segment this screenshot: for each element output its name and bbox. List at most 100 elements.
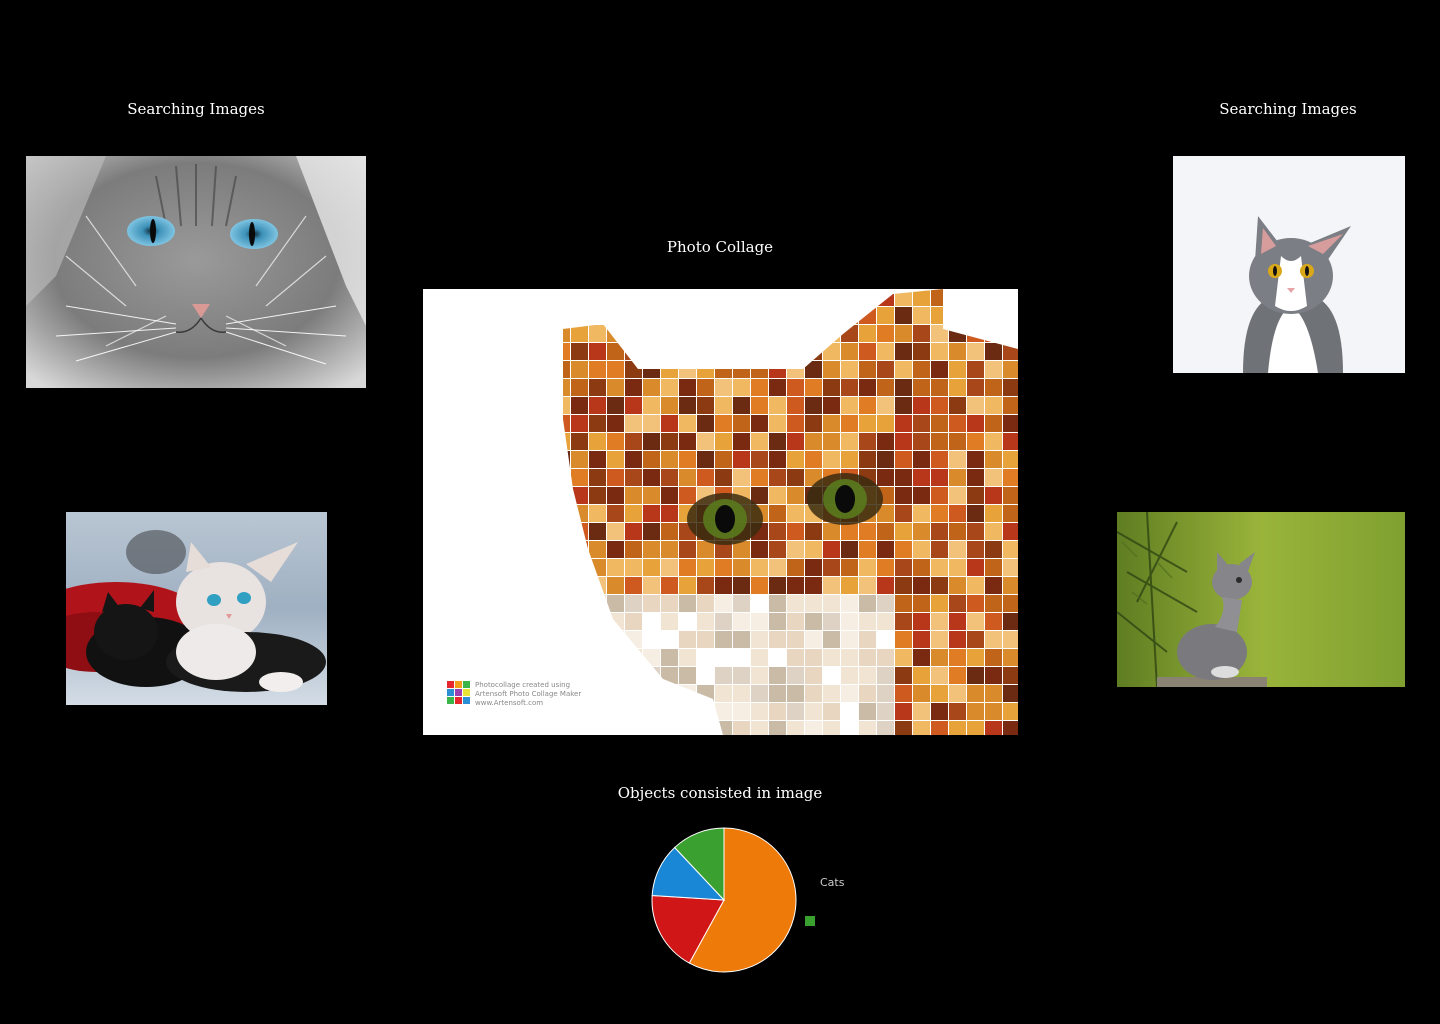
collage-tile bbox=[985, 631, 1002, 648]
collage-tile bbox=[787, 523, 804, 540]
collage-tile bbox=[823, 685, 840, 702]
collage-tile bbox=[571, 451, 588, 468]
collage-tile bbox=[751, 433, 768, 450]
collage-tile bbox=[841, 685, 858, 702]
collage-tile bbox=[625, 613, 642, 630]
collage-tile bbox=[913, 487, 930, 504]
collage-tile bbox=[877, 307, 894, 324]
collage-tile bbox=[931, 721, 948, 735]
collage-tile bbox=[823, 361, 840, 378]
collage-tile bbox=[787, 559, 804, 576]
collage-tile bbox=[895, 469, 912, 486]
collage-tile bbox=[895, 667, 912, 684]
collage-tile bbox=[985, 523, 1002, 540]
kitten-forest-image[interactable] bbox=[1117, 512, 1405, 687]
collage-tile bbox=[805, 649, 822, 666]
collage-tile bbox=[985, 361, 1002, 378]
collage-tile bbox=[913, 613, 930, 630]
collage-tile bbox=[985, 649, 1002, 666]
collage-tile bbox=[625, 415, 642, 432]
collage-tile bbox=[733, 649, 750, 666]
collage-tile bbox=[931, 487, 948, 504]
collage-tile bbox=[967, 415, 984, 432]
collage-tile bbox=[841, 433, 858, 450]
collage-tile bbox=[859, 559, 876, 576]
collage-tile bbox=[751, 451, 768, 468]
collage-tile bbox=[715, 379, 732, 396]
collage-tile bbox=[1003, 721, 1018, 735]
collage-tile bbox=[787, 667, 804, 684]
collage-tile bbox=[751, 721, 768, 735]
collage-tile bbox=[643, 631, 660, 648]
collage-tile bbox=[967, 505, 984, 522]
collage-tile bbox=[913, 541, 930, 558]
collage-tile bbox=[697, 397, 714, 414]
collage-tile bbox=[985, 703, 1002, 720]
collage-tile bbox=[913, 577, 930, 594]
collage-tile bbox=[877, 541, 894, 558]
collage-tile bbox=[985, 505, 1002, 522]
right-searching-images-heading: Searching Images bbox=[1219, 100, 1357, 118]
collage-tile bbox=[1003, 505, 1018, 522]
collage-tile bbox=[913, 379, 930, 396]
collage-tile bbox=[823, 631, 840, 648]
collage-tile bbox=[571, 433, 588, 450]
objects-pie-chart: Cats bbox=[640, 820, 880, 990]
collage-tile bbox=[661, 523, 678, 540]
collage-tile bbox=[949, 667, 966, 684]
collage-tile bbox=[733, 703, 750, 720]
collage-tile bbox=[913, 325, 930, 342]
collage-tile bbox=[931, 505, 948, 522]
collage-tile bbox=[679, 397, 696, 414]
collage-tile bbox=[697, 541, 714, 558]
collage-tile bbox=[589, 541, 606, 558]
grey-cat-closeup-image[interactable] bbox=[26, 156, 366, 388]
cat-mosaic-collage-image[interactable]: Photocollage created using Artensoft Pho… bbox=[423, 289, 1018, 735]
collage-tile bbox=[733, 631, 750, 648]
collage-tile bbox=[877, 415, 894, 432]
collage-tile bbox=[805, 415, 822, 432]
collage-tile bbox=[805, 631, 822, 648]
collage-tile bbox=[877, 649, 894, 666]
collage-tile bbox=[841, 343, 858, 360]
collage-tile bbox=[967, 487, 984, 504]
collage-tile bbox=[841, 415, 858, 432]
collage-tile bbox=[931, 631, 948, 648]
collage-tile bbox=[751, 469, 768, 486]
collage-tile bbox=[643, 523, 660, 540]
collage-tile bbox=[589, 325, 606, 342]
collage-tile bbox=[787, 541, 804, 558]
collage-tile bbox=[931, 595, 948, 612]
collage-tile bbox=[985, 685, 1002, 702]
collage-tile bbox=[697, 667, 714, 684]
collage-tile bbox=[769, 685, 786, 702]
collage-tile bbox=[769, 649, 786, 666]
collage-tile bbox=[859, 325, 876, 342]
collage-tile bbox=[607, 469, 624, 486]
collage-tile bbox=[859, 667, 876, 684]
collage-tile bbox=[949, 577, 966, 594]
collage-tile bbox=[679, 415, 696, 432]
collage-tile bbox=[895, 361, 912, 378]
collage-tile bbox=[949, 703, 966, 720]
kittens-red-blanket-image[interactable] bbox=[66, 512, 327, 705]
collage-tile bbox=[625, 577, 642, 594]
watermark-line-2: Artensoft Photo Collage Maker bbox=[475, 690, 581, 698]
collage-tile bbox=[967, 613, 984, 630]
collage-tile bbox=[787, 631, 804, 648]
collage-tile bbox=[787, 505, 804, 522]
collage-tile bbox=[769, 595, 786, 612]
collage-tile bbox=[967, 559, 984, 576]
collage-tile bbox=[715, 685, 732, 702]
collage-tile bbox=[895, 379, 912, 396]
grey-white-cat-image[interactable] bbox=[1173, 156, 1405, 373]
collage-tile bbox=[607, 559, 624, 576]
collage-tile bbox=[661, 613, 678, 630]
collage-tile bbox=[679, 667, 696, 684]
collage-tile bbox=[733, 685, 750, 702]
collage-tile bbox=[769, 451, 786, 468]
collage-tile bbox=[787, 397, 804, 414]
collage-tile bbox=[859, 379, 876, 396]
collage-tile bbox=[769, 577, 786, 594]
collage-tile bbox=[733, 415, 750, 432]
